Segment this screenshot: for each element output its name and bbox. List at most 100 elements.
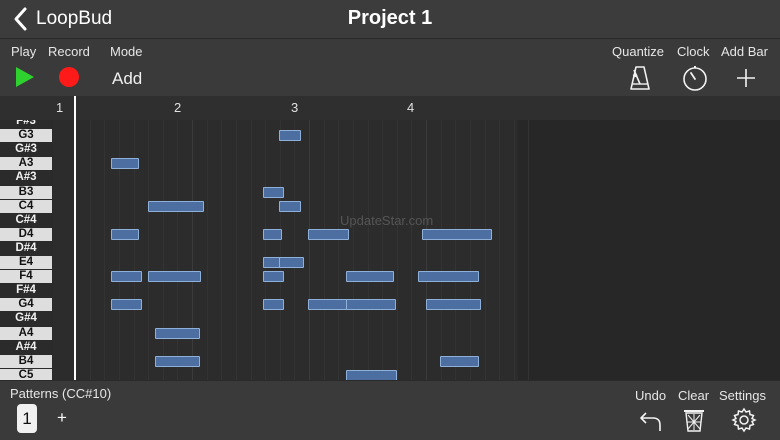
title-bar: LoopBud Project 1 xyxy=(0,0,780,39)
note-f4[interactable] xyxy=(147,271,202,283)
beat-line xyxy=(382,120,384,380)
note-c4[interactable] xyxy=(278,200,301,212)
piano-key[interactable]: F#3 xyxy=(0,120,52,128)
note-g4[interactable] xyxy=(111,299,142,311)
piano-keys: F#3 G3 G#3 A3 A#3 B3 C4 C#4 D4 D#4 E4 F4 F#4 G4 G#4 A4 A… xyxy=(0,120,53,380)
clear-button[interactable] xyxy=(682,407,706,438)
beat-line xyxy=(265,120,267,380)
note-c4[interactable] xyxy=(147,200,204,212)
note-g4[interactable] xyxy=(426,299,481,311)
quantize-button[interactable] xyxy=(628,65,652,96)
note-g3[interactable] xyxy=(278,130,301,142)
beat-line xyxy=(338,120,340,380)
note-b4[interactable] xyxy=(440,355,479,367)
beat-line xyxy=(396,120,398,380)
stopwatch-icon xyxy=(683,66,707,91)
note-g4[interactable] xyxy=(263,299,285,311)
ruler-bar-4: 4 xyxy=(407,100,415,115)
piano-key[interactable]: A3 xyxy=(0,157,52,171)
piano-key[interactable]: B3 xyxy=(0,185,52,199)
quantize-label: Quantize xyxy=(612,44,665,59)
beat-line xyxy=(177,120,179,380)
beat-line xyxy=(148,120,150,380)
piano-key[interactable]: A4 xyxy=(0,326,52,340)
note-f4[interactable] xyxy=(417,271,479,283)
bar-ruler[interactable]: 1 2 3 4 xyxy=(0,96,780,121)
beat-line xyxy=(411,120,413,380)
note-b3[interactable] xyxy=(263,186,285,198)
add-bar-button[interactable] xyxy=(735,67,757,94)
piano-key[interactable]: G#4 xyxy=(0,312,52,326)
back-button[interactable]: LoopBud xyxy=(10,6,112,32)
piano-key[interactable]: E4 xyxy=(0,256,52,269)
note-f4[interactable] xyxy=(111,271,142,283)
undo-button[interactable] xyxy=(638,407,664,438)
record-button[interactable] xyxy=(58,66,80,93)
clock-button[interactable] xyxy=(681,64,709,97)
beat-line xyxy=(162,120,164,380)
chevron-left-icon xyxy=(14,7,27,31)
patterns-label: Patterns (CC#10) xyxy=(10,386,112,401)
note-b4[interactable] xyxy=(154,355,201,367)
piano-key[interactable]: A#4 xyxy=(0,340,52,354)
bar-line xyxy=(426,120,427,380)
piano-key[interactable]: D4 xyxy=(0,227,52,241)
beat-line xyxy=(294,120,296,380)
settings-button[interactable] xyxy=(731,407,757,438)
piano-key[interactable]: B4 xyxy=(0,354,52,368)
record-icon xyxy=(59,67,79,87)
page-title: Project 1 xyxy=(347,7,433,29)
note-g4[interactable] xyxy=(307,299,349,311)
beat-line xyxy=(235,120,237,380)
gear-icon xyxy=(731,407,757,433)
note-g4[interactable] xyxy=(346,299,396,311)
note-f4[interactable] xyxy=(263,271,285,283)
pattern-1-button[interactable]: 1 xyxy=(17,404,37,433)
note-d4[interactable] xyxy=(111,228,140,240)
mode-selector[interactable]: Add xyxy=(112,69,142,89)
add-bar-label: Add Bar xyxy=(721,44,768,59)
add-pattern-button[interactable]: + xyxy=(57,408,67,428)
piano-key[interactable]: D#4 xyxy=(0,241,52,255)
play-button[interactable] xyxy=(14,65,36,94)
beat-line xyxy=(89,120,91,380)
piano-key[interactable]: F4 xyxy=(0,270,52,284)
ruler-bar-1: 1 xyxy=(56,100,64,115)
note-a4[interactable] xyxy=(154,327,201,339)
piano-key[interactable]: C4 xyxy=(0,199,52,213)
beat-line xyxy=(499,120,501,380)
unused-bar-area xyxy=(518,120,780,380)
bar-line xyxy=(192,120,193,380)
note-a3[interactable] xyxy=(111,158,140,170)
playhead[interactable] xyxy=(74,96,76,380)
beat-line xyxy=(513,120,515,380)
note-f4[interactable] xyxy=(346,271,395,283)
back-label: LoopBud xyxy=(36,8,113,29)
piano-key[interactable]: A#3 xyxy=(0,171,52,185)
beat-line xyxy=(484,120,486,380)
bottom-bar: Patterns (CC#10) 1 + Undo Clear Settings xyxy=(0,380,780,440)
note-grid[interactable] xyxy=(53,120,780,380)
piano-key[interactable]: G3 xyxy=(0,129,52,143)
play-icon xyxy=(16,67,34,87)
toolbar: Play Record Mode Quantize Clock Add Bar … xyxy=(0,39,780,96)
clock-label: Clock xyxy=(677,44,710,59)
beat-line xyxy=(323,120,325,380)
plus-icon xyxy=(737,69,755,87)
metronome-icon xyxy=(630,66,650,90)
beat-line xyxy=(528,120,530,380)
note-d4[interactable] xyxy=(307,228,349,240)
bar-line xyxy=(309,120,310,380)
watermark: UpdateStar.com xyxy=(340,213,434,228)
piano-key[interactable]: G4 xyxy=(0,298,52,312)
beat-line xyxy=(104,120,106,380)
note-c5[interactable] xyxy=(346,369,397,380)
note-d4[interactable] xyxy=(422,228,492,240)
piano-key[interactable]: G#3 xyxy=(0,143,52,157)
settings-label: Settings xyxy=(719,388,766,403)
piano-key[interactable]: F#4 xyxy=(0,284,52,298)
piano-key[interactable]: C#4 xyxy=(0,213,52,227)
note-d4[interactable] xyxy=(263,228,283,240)
note-e4[interactable] xyxy=(278,257,305,268)
piano-key[interactable]: C5 xyxy=(0,368,52,380)
